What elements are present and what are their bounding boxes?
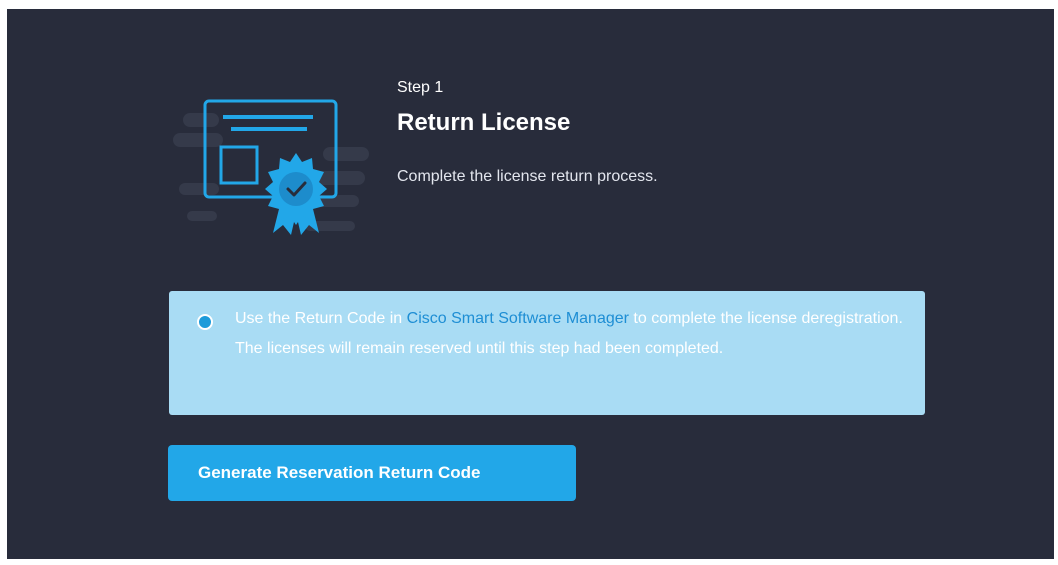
step-description: Complete the license return process. <box>397 168 658 185</box>
license-certificate-icon <box>173 99 369 235</box>
return-license-panel: Step 1 Return License Complete the licen… <box>7 9 1054 559</box>
info-banner: Use the Return Code in Cisco Smart Softw… <box>169 291 925 415</box>
generate-reservation-return-code-button[interactable]: Generate Reservation Return Code <box>168 445 576 501</box>
step-label: Step 1 <box>397 79 444 96</box>
cisco-smart-software-manager-link[interactable]: Cisco Smart Software Manager <box>407 310 629 327</box>
info-text-before: Use the Return Code in <box>235 310 407 327</box>
info-icon <box>197 314 213 330</box>
page-title: Return License <box>397 109 571 136</box>
